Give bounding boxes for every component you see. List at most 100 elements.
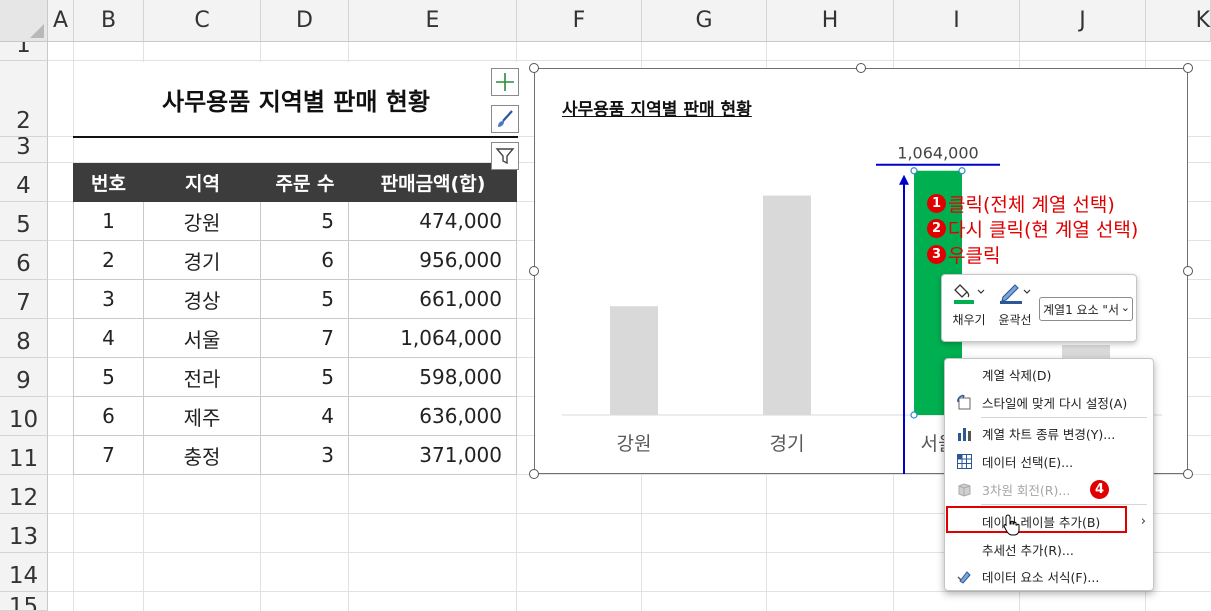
bar-selection-handle[interactable] <box>910 167 918 175</box>
cell-sales[interactable]: 636,000 <box>349 397 517 436</box>
bar-selection-handle[interactable] <box>958 167 966 175</box>
header-region[interactable]: 지역 <box>144 163 261 202</box>
row-header-9[interactable]: 9 <box>0 358 48 397</box>
filter-icon <box>495 148 515 165</box>
menu-reset-style[interactable]: 스타일에 맞게 다시 설정(A) <box>946 388 1154 416</box>
row-header-4[interactable]: 4 <box>0 163 48 202</box>
cell-orders[interactable]: 7 <box>261 319 349 358</box>
step-2-annotation: 2 다시 클릭(현 계열 선택) <box>927 215 1138 242</box>
bar-경기[interactable] <box>763 195 811 415</box>
column-header-i[interactable]: I <box>894 0 1020 42</box>
menu-add-trendline[interactable]: 추세선 추가(R)... <box>946 535 1154 563</box>
row-header-3[interactable]: 3 <box>0 137 48 163</box>
row-header-2[interactable]: 2 <box>0 61 48 137</box>
title-underline <box>73 136 518 138</box>
cell-sales[interactable]: 371,000 <box>349 436 517 475</box>
cell-region[interactable]: 충정 <box>144 436 261 475</box>
cell-number[interactable]: 2 <box>73 241 144 280</box>
sheet-title[interactable]: 사무용품 지역별 판매 현황 <box>74 82 518 122</box>
mouse-cursor-icon <box>1003 514 1020 536</box>
step-1-badge: 1 <box>927 194 946 213</box>
column-header-k[interactable]: K <box>1146 0 1211 42</box>
menu-label: 계열 삭제(D) <box>982 367 1052 383</box>
row-header-7[interactable]: 7 <box>0 280 48 319</box>
cell-sales[interactable]: 1,064,000 <box>349 319 517 358</box>
cell-sales[interactable]: 474,000 <box>349 202 517 241</box>
step-1-text: 클릭(전체 계열 선택) <box>948 194 1115 216</box>
cell-region[interactable]: 제주 <box>144 397 261 436</box>
reset-style-icon <box>957 394 971 410</box>
row-header-11[interactable]: 11 <box>0 436 48 475</box>
cell-number[interactable]: 3 <box>73 280 144 319</box>
cell-orders[interactable]: 6 <box>261 241 349 280</box>
cell-number[interactable]: 6 <box>73 397 144 436</box>
highlight-add-data-labels <box>946 506 1127 533</box>
select-all-corner[interactable] <box>0 0 48 42</box>
row-header-8[interactable]: 8 <box>0 319 48 358</box>
pen-outline-icon <box>1000 284 1031 304</box>
column-header-j[interactable]: J <box>1020 0 1146 42</box>
outline-button[interactable]: 윤곽선 <box>992 281 1038 337</box>
paint-bucket-icon <box>954 284 985 304</box>
cell-orders[interactable]: 4 <box>261 397 349 436</box>
menu-separator <box>981 417 1147 418</box>
cell-orders[interactable]: 5 <box>261 202 349 241</box>
row-header-1[interactable]: 1 <box>0 42 48 61</box>
cell-region[interactable]: 경기 <box>144 241 261 280</box>
data-label-서울[interactable]: 1,064,000 <box>897 144 978 163</box>
column-header-c[interactable]: C <box>144 0 261 42</box>
header-orders[interactable]: 주문 수 <box>261 163 349 202</box>
menu-select-data[interactable]: 데이터 선택(E)... <box>946 447 1154 475</box>
column-header-h[interactable]: H <box>767 0 894 42</box>
mini-toolbar: 채우기 윤곽선 계열1 요소 "서 ⌄ <box>941 274 1137 342</box>
column-header-a[interactable]: A <box>48 0 74 42</box>
column-header-f[interactable]: F <box>517 0 642 42</box>
row-header-5[interactable]: 5 <box>0 202 48 241</box>
row-header-15[interactable]: 15 <box>0 592 48 611</box>
row-header-6[interactable]: 6 <box>0 241 48 280</box>
column-header-b[interactable]: B <box>74 0 144 42</box>
cell-number[interactable]: 7 <box>73 436 144 475</box>
menu-change-chart-type[interactable]: 계열 차트 종류 변경(Y)... <box>946 419 1154 447</box>
chart-styles-button[interactable] <box>491 105 519 133</box>
cell-number[interactable]: 1 <box>73 202 144 241</box>
bar-강원[interactable] <box>610 306 658 415</box>
3d-rotate-icon <box>958 483 971 497</box>
menu-label: 계열 차트 종류 변경(Y)... <box>982 426 1116 442</box>
row-header-13[interactable]: 13 <box>0 514 48 553</box>
column-header-g[interactable]: G <box>642 0 767 42</box>
chart-element-selector[interactable]: 계열1 요소 "서 ⌄ <box>1039 297 1133 321</box>
menu-format-data-point[interactable]: 데이터 요소 서식(F)... <box>946 562 1154 590</box>
header-number[interactable]: 번호 <box>73 163 144 202</box>
context-menu: 계열 삭제(D) 스타일에 맞게 다시 설정(A) 계열 차트 종류 변경(Y)… <box>944 358 1154 591</box>
cell-region[interactable]: 서울 <box>144 319 261 358</box>
cell-number[interactable]: 4 <box>73 319 144 358</box>
menu-3d-rotation[interactable]: 3차원 회전(R)... <box>946 475 1154 503</box>
format-icon <box>957 571 971 584</box>
cell-orders[interactable]: 5 <box>261 280 349 319</box>
cell-number[interactable]: 5 <box>73 358 144 397</box>
chart-filters-button[interactable] <box>491 142 519 170</box>
cell-sales[interactable]: 661,000 <box>349 280 517 319</box>
brush-icon <box>498 110 513 127</box>
bar-selection-handle[interactable] <box>910 411 918 419</box>
cell-region[interactable]: 경상 <box>144 280 261 319</box>
menu-delete-series[interactable]: 계열 삭제(D) <box>946 360 1154 388</box>
cell-region[interactable]: 강원 <box>144 202 261 241</box>
row-header-10[interactable]: 10 <box>0 397 48 436</box>
cell-sales[interactable]: 956,000 <box>349 241 517 280</box>
menu-label: 데이터 요소 서식(F)... <box>982 569 1100 585</box>
row-header-14[interactable]: 14 <box>0 553 48 592</box>
column-header-d[interactable]: D <box>261 0 349 42</box>
fill-button[interactable]: 채우기 <box>946 281 992 337</box>
chevron-right-icon: › <box>1140 513 1146 529</box>
cell-region[interactable]: 전라 <box>144 358 261 397</box>
chart-elements-button[interactable] <box>491 68 519 96</box>
fill-label: 채우기 <box>952 313 986 327</box>
cell-orders[interactable]: 5 <box>261 358 349 397</box>
column-header-e[interactable]: E <box>349 0 517 42</box>
menu-label: 3차원 회전(R)... <box>982 482 1071 498</box>
cell-orders[interactable]: 3 <box>261 436 349 475</box>
cell-sales[interactable]: 598,000 <box>349 358 517 397</box>
row-header-12[interactable]: 12 <box>0 475 48 514</box>
